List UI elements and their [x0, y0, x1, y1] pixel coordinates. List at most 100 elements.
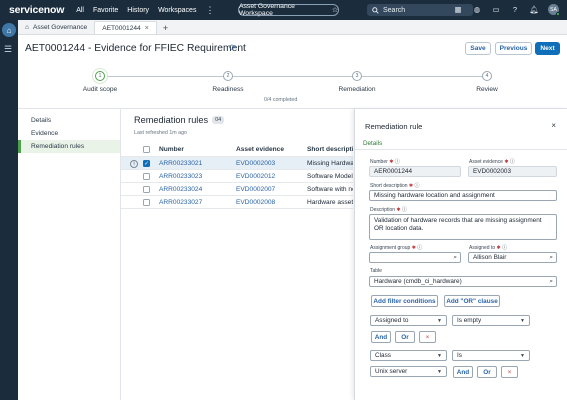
assignment-group-label: Assignment group ✱ ⓘ	[370, 245, 423, 251]
list-title: Remediation rules 04	[134, 115, 225, 125]
chat-icon[interactable]: ▭	[491, 4, 501, 15]
remove-condition-button[interactable]: ×	[419, 331, 436, 343]
row-number-link[interactable]: ARR00233027	[159, 196, 202, 209]
assignment-group-field[interactable]: ⌕	[369, 252, 461, 263]
grid-icon[interactable]: ▦	[453, 4, 463, 15]
and-button[interactable]: And	[453, 366, 473, 378]
save-button[interactable]: Save	[465, 42, 491, 55]
table-row[interactable]: ARR00233024 EVD0002007 Software with no.…	[121, 183, 353, 196]
select-all-checkbox[interactable]	[143, 146, 150, 153]
step-remediation[interactable]: 3 Remediation	[327, 71, 387, 93]
previous-button[interactable]: Previous	[495, 42, 532, 55]
row-checkbox[interactable]	[143, 173, 150, 180]
row-evidence-link[interactable]: EVD0002008	[236, 196, 275, 209]
remove-condition-button[interactable]: ×	[501, 366, 518, 378]
tab-aet0001244[interactable]: AET0001244 ×	[95, 21, 157, 34]
row-checkbox[interactable]: ✓	[143, 160, 150, 167]
row-description: Hardware assets w...	[307, 199, 353, 206]
add-tab-button[interactable]: +	[157, 21, 174, 34]
table-row[interactable]: i ✓ ARR00233021 EVD0002003 Missing Hardw…	[121, 157, 353, 170]
column-header-short-description[interactable]: Short description	[307, 143, 353, 156]
table-row[interactable]: ARR00233027 EVD0002008 Hardware assets w…	[121, 196, 353, 209]
search-icon[interactable]: ⌕	[453, 254, 457, 262]
nav-workspaces[interactable]: Workspaces	[158, 7, 196, 14]
assigned-to-field[interactable]: Allison Blair ⌕	[468, 252, 557, 263]
top-navigation-bar: servicenow All Favorite History Workspac…	[0, 0, 567, 20]
select-value: Is empty	[457, 317, 482, 324]
table-field[interactable]: Hardware (cmdb_ci_hardware) ⌕	[369, 276, 557, 287]
or-button[interactable]: Or	[477, 366, 497, 378]
row-description: Software Models w...	[307, 173, 353, 180]
list-icon[interactable]: ☰	[4, 44, 12, 55]
progress-stepper: 1 Audit scope 2 Readiness 3 Remediation …	[18, 66, 567, 106]
tab-asset-governance[interactable]: ⌂ Asset Governance	[18, 21, 96, 34]
row-evidence-link[interactable]: EVD0002012	[236, 170, 275, 183]
refresh-icon[interactable]: ⟳	[229, 43, 236, 52]
row-evidence-link[interactable]: EVD0002003	[236, 157, 275, 170]
avatar[interactable]: SA	[548, 4, 560, 16]
record-header: AET0001244 - Evidence for FFIEC Requirem…	[18, 35, 567, 63]
asset-evidence-field: EVD0002003	[468, 166, 557, 177]
panel-title: Remediation rule	[365, 122, 423, 131]
nav-details[interactable]: Details	[18, 114, 120, 127]
close-icon[interactable]: ×	[551, 121, 556, 130]
table-header: Number Asset evidence Short description	[121, 143, 353, 157]
row-checkbox[interactable]	[143, 199, 150, 206]
home-icon[interactable]: ⌂	[2, 23, 16, 37]
count-badge: 04	[212, 116, 225, 124]
description-field[interactable]: Validation of hardware records that are …	[369, 214, 557, 240]
and-button[interactable]: And	[371, 331, 391, 343]
condition-1-field-select[interactable]: Assigned to ▼	[370, 315, 447, 326]
workspace-selector[interactable]: Asset Governance Workspace ☆	[238, 3, 339, 17]
next-button[interactable]: Next	[535, 42, 560, 55]
globe-icon[interactable]: ◍	[472, 4, 482, 15]
servicenow-logo[interactable]: servicenow	[9, 4, 64, 16]
search-icon[interactable]: ⌕	[549, 254, 553, 262]
search-icon	[372, 6, 379, 14]
home-small-icon: ⌂	[25, 24, 29, 31]
or-button[interactable]: Or	[395, 331, 415, 343]
star-icon[interactable]: ☆	[332, 6, 338, 14]
add-filter-conditions-button[interactable]: Add filter conditions	[371, 295, 438, 307]
nav-evidence[interactable]: Evidence	[18, 127, 120, 140]
info-icon[interactable]: i	[130, 159, 138, 168]
column-header-asset-evidence[interactable]: Asset evidence	[236, 143, 284, 156]
more-options-icon[interactable]: ⋮	[205, 5, 214, 14]
row-description: Missing Hardware...	[307, 160, 353, 167]
row-number-link[interactable]: ARR00233021	[159, 157, 202, 170]
table-row[interactable]: ARR00233023 EVD0002012 Software Models w…	[121, 170, 353, 183]
short-description-field[interactable]: Missing hardware location and assignment	[369, 190, 557, 201]
nav-remediation-rules[interactable]: Remediation rules	[18, 140, 120, 153]
divider	[355, 149, 567, 150]
add-or-clause-button[interactable]: Add "OR" clause	[444, 295, 500, 307]
condition-2-field-select[interactable]: Class ▼	[370, 350, 447, 361]
number-label: Number ✱ ⓘ	[370, 159, 400, 165]
tab-label: AET0001244	[102, 24, 141, 32]
tab-label: Asset Governance	[32, 24, 88, 31]
chevron-down-icon: ▼	[520, 318, 525, 324]
search-icon[interactable]: ⌕	[549, 278, 553, 286]
step-review[interactable]: 4 Review	[457, 71, 517, 93]
column-header-number[interactable]: Number	[159, 143, 184, 156]
list-title-text: Remediation rules	[134, 115, 209, 125]
remediation-rules-list: Remediation rules 04 Last refreshed 1m a…	[121, 109, 353, 400]
nav-history[interactable]: History	[127, 7, 149, 14]
chevron-down-icon: ▼	[437, 318, 442, 324]
condition-2-value-select[interactable]: Unix server ▼	[370, 366, 447, 377]
condition-2-operator-select[interactable]: Is ▼	[452, 350, 530, 361]
condition-1-operator-select[interactable]: Is empty ▼	[452, 315, 530, 326]
notifications-icon[interactable]: 🔔︎	[529, 4, 539, 15]
step-readiness[interactable]: 2 Readiness	[198, 71, 258, 93]
help-icon[interactable]: ?	[510, 4, 520, 15]
step-audit-scope[interactable]: 1 Audit scope	[70, 71, 130, 93]
step-label: Readiness	[212, 86, 244, 93]
search-placeholder: Search	[383, 6, 406, 14]
row-checkbox[interactable]	[143, 186, 150, 193]
workspace-label: Asset Governance Workspace	[239, 3, 295, 17]
nav-favorite[interactable]: Favorite	[93, 7, 118, 14]
row-evidence-link[interactable]: EVD0002007	[236, 183, 275, 196]
nav-all[interactable]: All	[76, 7, 84, 14]
close-icon[interactable]: ×	[145, 25, 149, 32]
row-number-link[interactable]: ARR00233024	[159, 183, 202, 196]
row-number-link[interactable]: ARR00233023	[159, 170, 202, 183]
